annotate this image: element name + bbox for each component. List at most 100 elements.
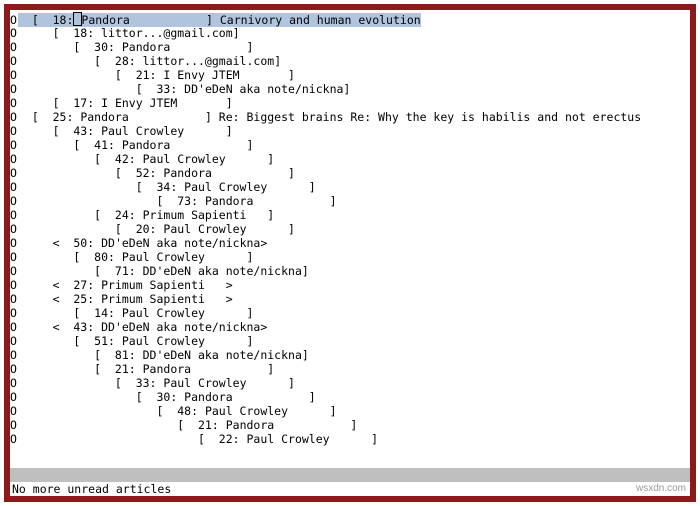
row-body: [ 28: littor...@gmail.com] [18, 54, 281, 68]
summary-row[interactable]: O [ 81: DD'eDeN aka note/nickna] [10, 348, 690, 362]
author: Paul Crowley [122, 250, 247, 264]
summary-row[interactable]: O < 50: DD'eDeN aka note/nickna> [10, 236, 690, 250]
author: Primum Sapienti [101, 292, 226, 306]
row-body: [ 33: Paul Crowley ] [18, 376, 295, 390]
summary-row[interactable]: O [ 80: Paul Crowley ] [10, 250, 690, 264]
row-body: < 27: Primum Sapienti > [18, 278, 233, 292]
row-body: [ 20: Paul Crowley ] [18, 222, 295, 236]
summary-row[interactable]: O [ 18: littor...@gmail.com] [10, 26, 690, 40]
author: Primum Sapienti [143, 208, 268, 222]
author: DD'eDeN aka note/nickna [101, 236, 260, 250]
summary-row[interactable]: O < 27: Primum Sapienti > [10, 278, 690, 292]
summary-row[interactable]: O [ 30: Pandora ] [10, 40, 690, 54]
summary-row[interactable]: O [ 43: Paul Crowley ] [10, 124, 690, 138]
read-mark: O [10, 54, 18, 68]
author: Paul Crowley [205, 404, 330, 418]
author: Pandora [122, 40, 247, 54]
summary-row[interactable]: O [ 42: Paul Crowley ] [10, 152, 690, 166]
row-body: [ 18:Pandora ] Carnivory and human evolu… [18, 13, 421, 27]
row-body: [ 73: Pandora ] [18, 194, 337, 208]
read-mark: O [10, 194, 18, 208]
read-mark: O [10, 404, 18, 418]
summary-row[interactable]: O [ 25: Pandora ] Re: Biggest brains Re:… [10, 110, 690, 124]
read-mark: O [10, 278, 18, 292]
row-body: [ 41: Pandora ] [18, 138, 253, 152]
read-mark: O [10, 236, 18, 250]
summary-row[interactable]: O < 43: DD'eDeN aka note/nickna> [10, 320, 690, 334]
row-body: < 50: DD'eDeN aka note/nickna> [18, 236, 267, 250]
read-mark: O [10, 208, 18, 222]
summary-row[interactable]: O < 25: Primum Sapienti > [10, 292, 690, 306]
row-body: [ 42: Paul Crowley ] [18, 152, 274, 166]
summary-row[interactable]: O [ 22: Paul Crowley ] [10, 432, 690, 446]
author: Pandora [205, 194, 330, 208]
read-mark: O [10, 82, 18, 96]
row-body: [ 18: littor...@gmail.com] [18, 26, 240, 40]
read-mark: O [10, 138, 18, 152]
summary-row[interactable]: O [ 33: DD'eDeN aka note/nickna] [10, 82, 690, 96]
read-mark: O [10, 110, 18, 124]
summary-row[interactable]: O [ 18:Pandora ] Carnivory and human evo… [10, 12, 690, 26]
row-body: [ 30: Pandora ] [18, 40, 253, 54]
row-body: < 25: Primum Sapienti > [18, 292, 233, 306]
summary-row[interactable]: O [ 24: Primum Sapienti ] [10, 208, 690, 222]
summary-row[interactable]: O [ 30: Pandora ] [10, 390, 690, 404]
summary-row[interactable]: O [ 21: Pandora ] [10, 362, 690, 376]
summary-row[interactable]: O [ 21: Pandora ] [10, 418, 690, 432]
summary-row[interactable]: O [ 28: littor...@gmail.com] [10, 54, 690, 68]
author: Paul Crowley [246, 432, 371, 446]
read-mark: O [10, 390, 18, 404]
row-body: [ 33: DD'eDeN aka note/nickna] [18, 82, 350, 96]
summary-row[interactable]: O [ 73: Pandora ] [10, 194, 690, 208]
read-mark: O [10, 222, 18, 236]
read-mark: O [10, 96, 18, 110]
read-mark: O [10, 264, 18, 278]
summary-row[interactable]: O [ 41: Pandora ] [10, 138, 690, 152]
summary-row[interactable]: O [ 14: Paul Crowley ] [10, 306, 690, 320]
row-body: [ 81: DD'eDeN aka note/nickna] [18, 348, 309, 362]
row-body: [ 48: Paul Crowley ] [18, 404, 337, 418]
summary-row[interactable]: O [ 20: Paul Crowley ] [10, 222, 690, 236]
emacs-frame: O [ 18:Pandora ] Carnivory and human evo… [4, 4, 696, 502]
author: DD'eDeN aka note/nickna [143, 348, 302, 362]
row-body: [ 17: I Envy JTEM ] [18, 96, 233, 110]
summary-row[interactable]: O [ 33: Paul Crowley ] [10, 376, 690, 390]
author: Pandora [226, 418, 351, 432]
author: littor...@gmail.com [101, 26, 233, 40]
row-body: [ 52: Pandora ] [18, 166, 295, 180]
row-body: [ 30: Pandora ] [18, 390, 316, 404]
author: Paul Crowley [122, 306, 247, 320]
author: Paul Crowley [163, 222, 288, 236]
summary-row[interactable]: O [ 48: Paul Crowley ] [10, 404, 690, 418]
read-mark: O [10, 292, 18, 306]
summary-row[interactable]: O [ 71: DD'eDeN aka note/nickna] [10, 264, 690, 278]
summary-row[interactable]: O [ 34: Paul Crowley ] [10, 180, 690, 194]
read-mark: O [10, 40, 18, 54]
subject: Re: Biggest brains Re: Why the key is ha… [212, 110, 641, 124]
echo-area: No more unread articles [10, 482, 690, 496]
author: Paul Crowley [122, 334, 247, 348]
read-mark: O [10, 362, 18, 376]
author: littor...@gmail.com [143, 54, 275, 68]
author: Pandora [163, 166, 288, 180]
author: Pandora [122, 138, 247, 152]
row-body: [ 21: Pandora ] [18, 362, 274, 376]
read-mark: O [10, 124, 18, 138]
read-mark: O [10, 152, 18, 166]
summary-buffer[interactable]: O [ 18:Pandora ] Carnivory and human evo… [10, 10, 690, 446]
row-body: [ 43: Paul Crowley ] [18, 124, 233, 138]
summary-row[interactable]: O [ 52: Pandora ] [10, 166, 690, 180]
row-body: [ 24: Primum Sapienti ] [18, 208, 274, 222]
mode-line[interactable]: U:--- s.a.paleo [0] Top L1 (Summary Plug… [10, 468, 690, 482]
author: Paul Crowley [184, 180, 309, 194]
read-mark: O [10, 166, 18, 180]
author: I Envy JTEM [163, 68, 288, 82]
read-mark: O [10, 376, 18, 390]
subject: Carnivory and human evolution [213, 13, 421, 27]
summary-row[interactable]: O [ 51: Paul Crowley ] [10, 334, 690, 348]
summary-row[interactable]: O [ 21: I Envy JTEM ] [10, 68, 690, 82]
row-body: [ 71: DD'eDeN aka note/nickna] [18, 264, 309, 278]
author: Pandora [81, 13, 206, 27]
author: Paul Crowley [143, 152, 268, 166]
summary-row[interactable]: O [ 17: I Envy JTEM ] [10, 96, 690, 110]
